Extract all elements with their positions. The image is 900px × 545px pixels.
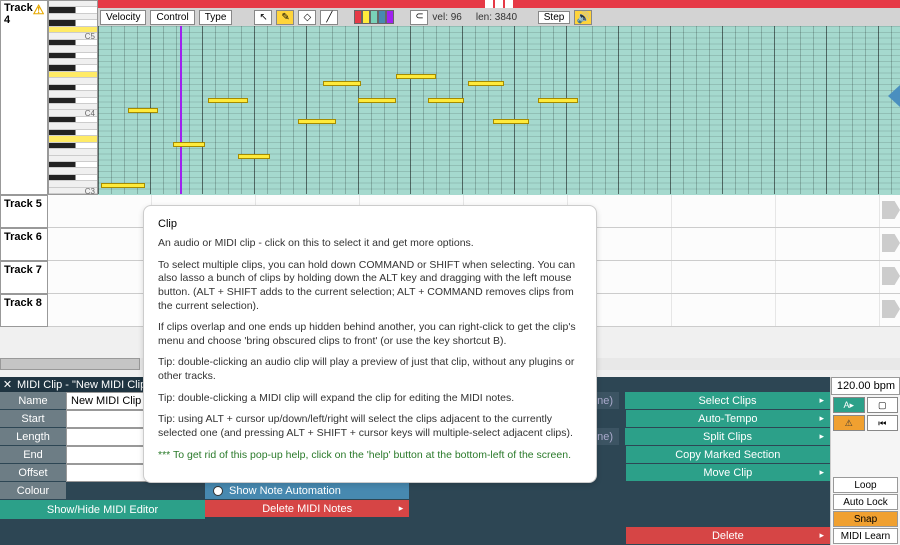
transport-panel: 120.00 bpm A▸ ▢ ⚠ ⏮ Loop Auto Lock Snap … — [830, 377, 900, 545]
auto-lock-button[interactable]: Auto Lock — [833, 494, 898, 510]
track-header-8[interactable]: Track 8 — [0, 294, 48, 327]
delete-button[interactable]: Delete▸ — [626, 527, 830, 544]
close-icon[interactable]: ✕ — [2, 378, 13, 391]
line-tool-button[interactable]: ╱ — [320, 10, 338, 25]
pencil-tool-button[interactable]: ✎ — [276, 10, 294, 25]
length-label: Length — [0, 428, 66, 446]
chevron-right-icon: ▸ — [399, 503, 404, 514]
warning-button[interactable]: ⚠ — [833, 415, 865, 431]
warning-icon: ⚠ — [33, 2, 45, 18]
track-label: Track 4 — [4, 2, 33, 26]
help-tooltip: Clip An audio or MIDI clip - click on th… — [143, 205, 597, 483]
lane-arrow-icon — [882, 300, 900, 318]
loop-button[interactable]: Loop — [833, 477, 898, 493]
loop-marker-icon[interactable]: ⊂ — [410, 10, 428, 25]
skip-start-button[interactable]: ⏮ — [867, 415, 899, 431]
show-note-automation-button[interactable]: Show Note Automation — [205, 482, 409, 499]
end-label: End — [0, 446, 66, 464]
playhead[interactable] — [180, 26, 182, 194]
chevron-right-icon: ▸ — [819, 431, 824, 442]
marker-b-button[interactable]: ▢ — [867, 397, 899, 413]
midi-learn-button[interactable]: MIDI Learn — [833, 528, 898, 544]
offset-label: Offset — [0, 464, 66, 482]
radio-icon — [213, 486, 223, 496]
length-readout: len: 3840 — [476, 12, 517, 23]
track-header-6[interactable]: Track 6 — [0, 228, 48, 261]
colour-label: Colour — [0, 482, 66, 500]
piano-roll[interactable]: Velocity Control Type ↖ ✎ ◇ ╱ ⊂ vel: 96 … — [98, 0, 900, 195]
scrollbar-thumb[interactable] — [0, 358, 140, 370]
lane-arrow-icon — [882, 234, 900, 252]
lane-arrow-icon — [882, 201, 900, 219]
velocity-mode-button[interactable]: Velocity — [100, 10, 146, 25]
preview-sound-button[interactable]: 🔊 — [574, 10, 592, 25]
snap-button[interactable]: Snap — [833, 511, 898, 527]
track-header-5[interactable]: Track 5 — [0, 195, 48, 228]
velocity-readout: vel: 96 — [432, 12, 461, 23]
track-header-4[interactable]: Track 4 ⚠ — [0, 0, 48, 195]
start-label: Start — [0, 410, 66, 428]
tooltip-title: Clip — [158, 218, 582, 230]
marker-a-button[interactable]: A▸ — [833, 397, 865, 413]
note-color-swatches[interactable] — [354, 10, 394, 24]
chevron-right-icon: ▸ — [819, 467, 824, 478]
move-clip-button[interactable]: Move Clip▸ — [626, 464, 830, 481]
copy-marked-button[interactable]: Copy Marked Section — [626, 446, 830, 463]
select-clips-button[interactable]: Select Clips▸ — [625, 392, 830, 409]
name-label: Name — [0, 392, 66, 410]
type-mode-button[interactable]: Type — [199, 10, 233, 25]
piano-roll-toolbar: Velocity Control Type ↖ ✎ ◇ ╱ ⊂ vel: 96 … — [98, 8, 900, 26]
chevron-right-icon: ▸ — [819, 395, 824, 406]
note-grid[interactable] — [98, 26, 900, 194]
auto-tempo-button[interactable]: Auto-Tempo▸ — [626, 410, 830, 427]
delete-midi-notes-button[interactable]: Delete MIDI Notes▸ — [205, 500, 409, 517]
piano-keyboard[interactable] — [48, 0, 98, 195]
chevron-right-icon: ▸ — [819, 413, 824, 424]
split-clips-button[interactable]: Split Clips▸ — [625, 428, 830, 445]
lane-arrow-icon — [882, 267, 900, 285]
bpm-field[interactable]: 120.00 bpm — [831, 377, 900, 395]
show-hide-midi-editor-button[interactable]: Show/Hide MIDI Editor — [0, 500, 205, 519]
erase-tool-button[interactable]: ◇ — [298, 10, 316, 25]
step-button[interactable]: Step — [538, 11, 571, 24]
timeline-ruler[interactable] — [98, 0, 900, 8]
control-mode-button[interactable]: Control — [150, 10, 194, 25]
chevron-right-icon: ▸ — [819, 530, 824, 541]
track-header-7[interactable]: Track 7 — [0, 261, 48, 294]
pointer-tool-button[interactable]: ↖ — [254, 10, 272, 25]
